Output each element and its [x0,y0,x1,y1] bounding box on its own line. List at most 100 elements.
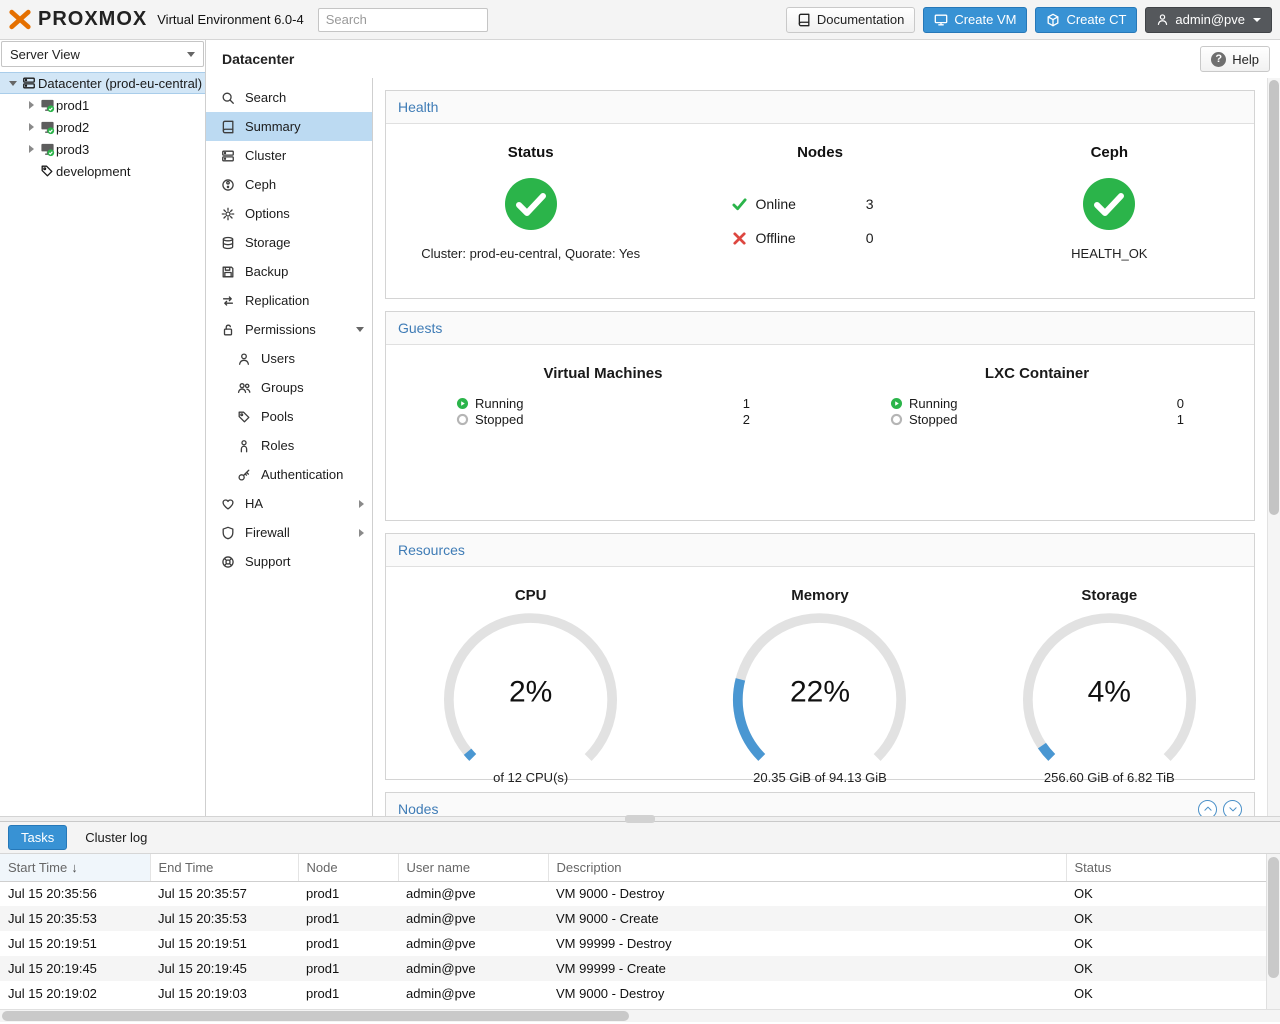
menu-item-ha[interactable]: HA [206,489,372,518]
tasks-tabbar: Tasks Cluster log [0,822,1280,854]
menu-item-cluster[interactable]: Cluster [206,141,372,170]
memory-gauge: Memory 22% 20.35 GiB of 94.13 GiB [675,567,964,779]
menu-item-options[interactable]: Options [206,199,372,228]
create-ct-button[interactable]: Create CT [1035,7,1137,33]
nodes-panel-header[interactable]: Nodes [386,793,1254,816]
node-online-icon [38,120,56,135]
task-row[interactable]: Jul 15 20:35:53 Jul 15 20:35:53 prod1 ad… [0,906,1266,931]
col-end-time[interactable]: End Time [150,854,298,881]
task-cell: Jul 15 20:35:53 [150,906,298,931]
documentation-button[interactable]: Documentation [786,7,915,33]
task-cell: VM 99999 - Destroy [548,931,1066,956]
content-header: Datacenter ? Help [206,40,1280,78]
section-menu: Search Summary Cluster Ceph Options [206,78,373,816]
scrollbar-thumb[interactable] [1268,857,1279,978]
menu-item-users[interactable]: Users [206,344,372,373]
shield-icon [220,526,236,540]
expander-icon[interactable] [6,81,20,86]
task-row[interactable]: Jul 15 20:19:45 Jul 15 20:19:45 prod1 ad… [0,956,1266,981]
scrollbar-thumb[interactable] [2,1011,629,1021]
task-cell: Jul 15 20:35:56 [0,881,150,906]
menu-item-summary[interactable]: Summary [206,112,372,141]
create-vm-button[interactable]: Create VM [923,7,1027,33]
menu-item-pools[interactable]: Pools [206,402,372,431]
menu-item-storage[interactable]: Storage [206,228,372,257]
tag-icon [38,164,56,178]
node-online-icon [38,142,56,157]
cluster-status-column: Status Cluster: prod-eu-central, Quorate… [386,124,675,298]
col-start-time[interactable]: Start Time↓ [0,854,150,881]
collapse-up-button[interactable] [1198,800,1217,817]
task-cell: Jul 15 20:19:51 [0,931,150,956]
splitter-grip[interactable] [625,815,655,823]
task-row[interactable]: Jul 15 20:19:02 Jul 15 20:19:03 prod1 ad… [0,981,1266,1006]
view-selector[interactable]: Server View [1,41,204,67]
tasks-scrollbar-horizontal[interactable] [0,1009,1280,1022]
task-cell: VM 9000 - Create [548,906,1066,931]
running-icon [890,397,903,410]
menu-item-permissions[interactable]: Permissions [206,315,372,344]
content-scrollbar[interactable] [1267,78,1280,816]
tree-item-prod1[interactable]: prod1 [0,94,205,116]
online-row: Online 3 [732,187,907,221]
menu-item-search[interactable]: Search [206,83,372,112]
search-icon [220,91,236,105]
resources-panel-header[interactable]: Resources [386,534,1254,567]
ct-stopped-row: Stopped 1 [890,411,1184,427]
menu-item-backup[interactable]: Backup [206,257,372,286]
menu-item-authentication[interactable]: Authentication [206,460,372,489]
task-cell: Jul 15 20:19:45 [0,956,150,981]
tag-icon [236,410,252,424]
expander-icon[interactable] [24,145,38,153]
task-row[interactable]: Jul 15 20:19:51 Jul 15 20:19:51 prod1 ad… [0,931,1266,956]
menu-item-groups[interactable]: Groups [206,373,372,402]
task-cell: Jul 15 20:19:03 [150,981,298,1006]
user-menu-button[interactable]: admin@pve [1145,7,1272,33]
chevron-down-icon [187,52,195,57]
col-status[interactable]: Status [1066,854,1266,881]
health-panel: Health Status Cluster: prod-eu-central, … [385,90,1255,299]
task-cell: prod1 [298,956,398,981]
menu-item-ceph[interactable]: Ceph [206,170,372,199]
menu-item-support[interactable]: Support [206,547,372,576]
expander-icon[interactable] [24,123,38,131]
menu-item-replication[interactable]: Replication [206,286,372,315]
menu-item-firewall[interactable]: Firewall [206,518,372,547]
tree-item-prod3[interactable]: prod3 [0,138,205,160]
col-description[interactable]: Description [548,854,1066,881]
life-ring-icon [220,555,236,569]
tab-cluster-log[interactable]: Cluster log [85,830,147,845]
check-icon [732,197,747,212]
bottom-splitter[interactable] [0,816,1280,822]
floppy-icon [220,265,236,279]
key-icon [236,468,252,482]
menu-item-roles[interactable]: Roles [206,431,372,460]
logo-text: PROXMOX [38,8,147,31]
scrollbar-thumb[interactable] [1269,80,1279,515]
search-input[interactable] [318,8,488,32]
help-button[interactable]: ? Help [1200,46,1270,72]
vm-stopped-count: 2 [743,412,750,427]
offline-count: 0 [866,230,908,246]
resource-tree-panel: Server View Datacenter (prod-eu-central)… [0,40,206,816]
task-cell: VM 9000 - Destroy [548,981,1066,1006]
expander-icon[interactable] [24,101,38,109]
task-cell: VM 9000 - Destroy [548,881,1066,906]
ceph-icon [220,178,236,192]
user-icon [236,352,252,366]
guests-panel-header[interactable]: Guests [386,312,1254,345]
tree-item-development[interactable]: development [0,160,205,182]
health-panel-header[interactable]: Health [386,91,1254,124]
col-node[interactable]: Node [298,854,398,881]
collapse-down-button[interactable] [1223,800,1242,817]
ct-stopped-count: 1 [1177,412,1184,427]
col-user-name[interactable]: User name [398,854,548,881]
tasks-scrollbar-vertical[interactable] [1266,854,1280,1009]
book-icon [797,13,811,27]
tasks-panel: Tasks Cluster log Start Time↓ End Time N… [0,822,1280,1022]
tab-tasks[interactable]: Tasks [8,825,67,850]
tree-item-prod2[interactable]: prod2 [0,116,205,138]
task-cell: admin@pve [398,956,548,981]
tree-item-datacenter[interactable]: Datacenter (prod-eu-central) [0,72,205,94]
task-row[interactable]: Jul 15 20:35:56 Jul 15 20:35:57 prod1 ad… [0,881,1266,906]
